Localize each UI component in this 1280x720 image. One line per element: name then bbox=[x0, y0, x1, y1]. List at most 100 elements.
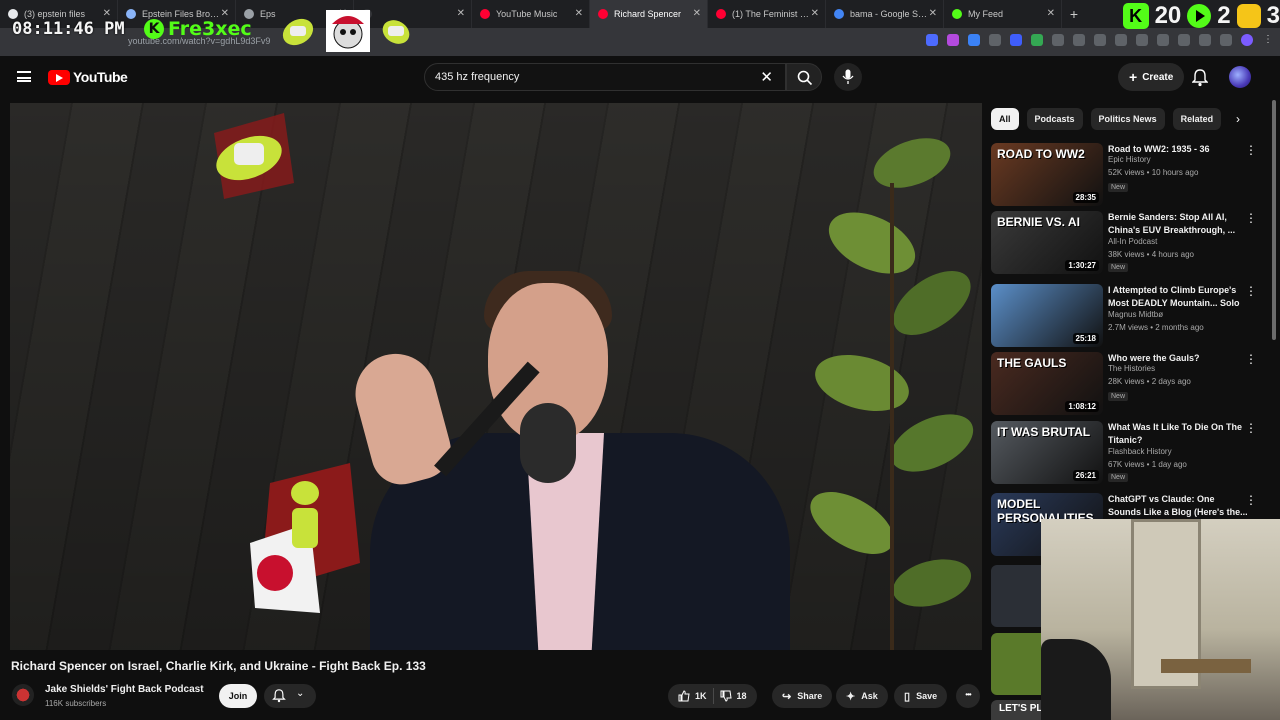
youtube-logo[interactable]: YouTube bbox=[48, 69, 128, 85]
thumbnail-partial[interactable] bbox=[991, 565, 1041, 627]
pepe-sticker-icon bbox=[326, 10, 370, 52]
extension-icon[interactable] bbox=[989, 34, 1001, 46]
extension-icon[interactable] bbox=[1199, 34, 1211, 46]
tab-close-icon[interactable]: ✕ bbox=[929, 8, 937, 19]
extension-icon[interactable] bbox=[1052, 34, 1064, 46]
notifications-bell-icon[interactable] bbox=[1192, 69, 1208, 87]
recommendation-channel[interactable]: All-In Podcast bbox=[1108, 237, 1157, 246]
filter-chip[interactable]: Podcasts bbox=[1026, 108, 1083, 130]
profile-icon[interactable] bbox=[1241, 34, 1253, 46]
hamburger-menu-icon[interactable] bbox=[17, 71, 31, 82]
youtube-header: YouTube 435 hz frequency ✕ + Create bbox=[0, 56, 1280, 100]
recommendation-item[interactable]: ROAD TO WW2 28:35 Road to WW2: 1935 - 36 Ep… bbox=[991, 143, 1261, 207]
more-options-icon[interactable]: ⋮ bbox=[1245, 421, 1257, 435]
recommendation-channel[interactable]: Flashback History bbox=[1108, 447, 1172, 456]
join-button[interactable]: Join bbox=[219, 684, 257, 708]
divider bbox=[712, 688, 714, 704]
browser-tab[interactable]: YouTube Music ✕ bbox=[472, 0, 590, 28]
video-thumbnail[interactable]: 25:18 bbox=[991, 284, 1103, 347]
extension-icon[interactable] bbox=[1031, 34, 1043, 46]
like-button[interactable]: 1K bbox=[678, 690, 707, 702]
chevron-right-icon[interactable]: › bbox=[1236, 112, 1240, 126]
channel-name[interactable]: Jake Shields' Fight Back Podcast bbox=[45, 684, 204, 695]
puzzle-icon[interactable] bbox=[1094, 34, 1106, 46]
ask-button[interactable]: ✦ Ask bbox=[836, 684, 888, 708]
recommendation-item[interactable]: BERNIE VS. AI 1:30:27 Bernie Sanders: Stop… bbox=[991, 211, 1261, 275]
video-thumbnail[interactable]: BERNIE VS. AI 1:30:27 bbox=[991, 211, 1103, 274]
tab-close-icon[interactable]: ✕ bbox=[811, 8, 819, 19]
notification-toggle-button[interactable]: ⌄ bbox=[264, 684, 316, 708]
video-thumbnail[interactable]: IT WAS BRUTAL 26:21 bbox=[991, 421, 1103, 484]
recommendation-channel[interactable]: Magnus Midtbø bbox=[1108, 310, 1163, 319]
tab-label: Richard Spencer bbox=[614, 9, 682, 19]
video-player[interactable] bbox=[10, 103, 982, 650]
recommendation-channel[interactable]: Epic History bbox=[1108, 155, 1151, 164]
recommendation-title[interactable]: ChatGPT vs Claude: One Sounds Like a Blo… bbox=[1108, 493, 1248, 519]
tab-close-icon[interactable]: ✕ bbox=[457, 8, 465, 19]
extension-icon[interactable] bbox=[1073, 34, 1085, 46]
extension-icon[interactable] bbox=[947, 34, 959, 46]
recommendation-item[interactable]: IT WAS BRUTAL 26:21 What Was It Like To Di… bbox=[991, 421, 1261, 485]
more-options-icon[interactable]: ⋮ bbox=[1245, 143, 1257, 157]
more-options-icon[interactable]: ⋮ bbox=[1245, 284, 1257, 298]
dislike-button[interactable]: 18 bbox=[720, 690, 747, 702]
recommendation-title[interactable]: I Attempted to Climb Europe's Most DEADL… bbox=[1108, 284, 1248, 310]
account-avatar[interactable] bbox=[1229, 66, 1251, 88]
more-actions-button[interactable]: ••• bbox=[956, 684, 980, 708]
ask-label: Ask bbox=[861, 691, 878, 701]
browser-tab[interactable]: (1) The Feminist De ✕ bbox=[708, 0, 826, 28]
filter-chip[interactable]: All bbox=[991, 108, 1019, 130]
filter-chip[interactable]: Related bbox=[1172, 108, 1222, 130]
extension-icon[interactable] bbox=[1220, 34, 1232, 46]
search-input[interactable]: 435 hz frequency ✕ bbox=[424, 63, 786, 91]
search-query[interactable]: 435 hz frequency bbox=[435, 71, 519, 83]
recommendation-item[interactable]: THE GAULS 1:08:12 Who were the Gauls? The H… bbox=[991, 352, 1261, 416]
tab-close-icon[interactable]: ✕ bbox=[1047, 8, 1055, 19]
share-button[interactable]: ↪ Share bbox=[772, 684, 833, 708]
tab-close-icon[interactable]: ✕ bbox=[103, 8, 111, 19]
counter-value: 2 bbox=[1217, 2, 1231, 29]
browser-tab[interactable]: My Feed ✕ bbox=[944, 0, 1062, 28]
tab-label: My Feed bbox=[968, 9, 1004, 19]
tab-label: (1) The Feminist De bbox=[732, 9, 810, 19]
browser-menu-icon[interactable]: ⋮ bbox=[1262, 34, 1274, 46]
microphone-graphic bbox=[520, 403, 576, 483]
thumbnail-partial[interactable]: LET'S PL bbox=[991, 700, 1041, 720]
extension-icon[interactable] bbox=[968, 34, 980, 46]
recommendation-item[interactable]: 25:18 I Attempted to Climb Europe's Most … bbox=[991, 284, 1261, 348]
save-button[interactable]: ▯ Save bbox=[894, 684, 948, 708]
video-thumbnail[interactable]: ROAD TO WW2 28:35 bbox=[991, 143, 1103, 206]
video-duration: 1:08:12 bbox=[1065, 401, 1099, 412]
channel-avatar[interactable] bbox=[12, 684, 34, 706]
thumbs-down-icon bbox=[720, 690, 732, 702]
browser-tab[interactable]: Richard Spencer ✕ bbox=[590, 0, 708, 28]
recommendation-title[interactable]: What Was It Like To Die On The Titanic? bbox=[1108, 421, 1248, 447]
voice-search-button[interactable] bbox=[834, 63, 862, 91]
stream-clock: 08:11:46 PM bbox=[12, 19, 125, 39]
tab-close-icon[interactable]: ✕ bbox=[693, 8, 701, 19]
recommendation-title[interactable]: Bernie Sanders: Stop All AI, China's EUV… bbox=[1108, 211, 1248, 237]
page-scrollbar[interactable] bbox=[1272, 100, 1276, 340]
new-tab-button[interactable]: + bbox=[1062, 6, 1086, 22]
sparkle-icon: ✦ bbox=[846, 690, 856, 703]
recommendation-channel[interactable]: The Histories bbox=[1108, 364, 1155, 373]
search-button[interactable] bbox=[786, 63, 822, 91]
code-icon[interactable] bbox=[1157, 34, 1169, 46]
extension-icon[interactable] bbox=[1136, 34, 1148, 46]
more-options-icon[interactable]: ⋮ bbox=[1245, 493, 1257, 507]
extension-icon[interactable] bbox=[926, 34, 938, 46]
extension-icon[interactable] bbox=[1010, 34, 1022, 46]
sidepanel-icon[interactable] bbox=[1178, 34, 1190, 46]
tab-close-icon[interactable]: ✕ bbox=[575, 8, 583, 19]
filter-chip[interactable]: Politics News bbox=[1090, 108, 1165, 130]
tab-label: Eps bbox=[260, 9, 276, 19]
video-thumbnail[interactable]: THE GAULS 1:08:12 bbox=[991, 352, 1103, 415]
browser-tab[interactable]: bama - Google Search✕ bbox=[826, 0, 944, 28]
history-icon[interactable] bbox=[1115, 34, 1127, 46]
extension-icons: ⋮ bbox=[926, 34, 1274, 46]
more-options-icon[interactable]: ⋮ bbox=[1245, 211, 1257, 225]
create-button[interactable]: + Create bbox=[1118, 63, 1185, 91]
clear-search-icon[interactable]: ✕ bbox=[760, 68, 773, 86]
thumbnail-partial[interactable] bbox=[991, 633, 1041, 695]
more-options-icon[interactable]: ⋮ bbox=[1245, 352, 1257, 366]
